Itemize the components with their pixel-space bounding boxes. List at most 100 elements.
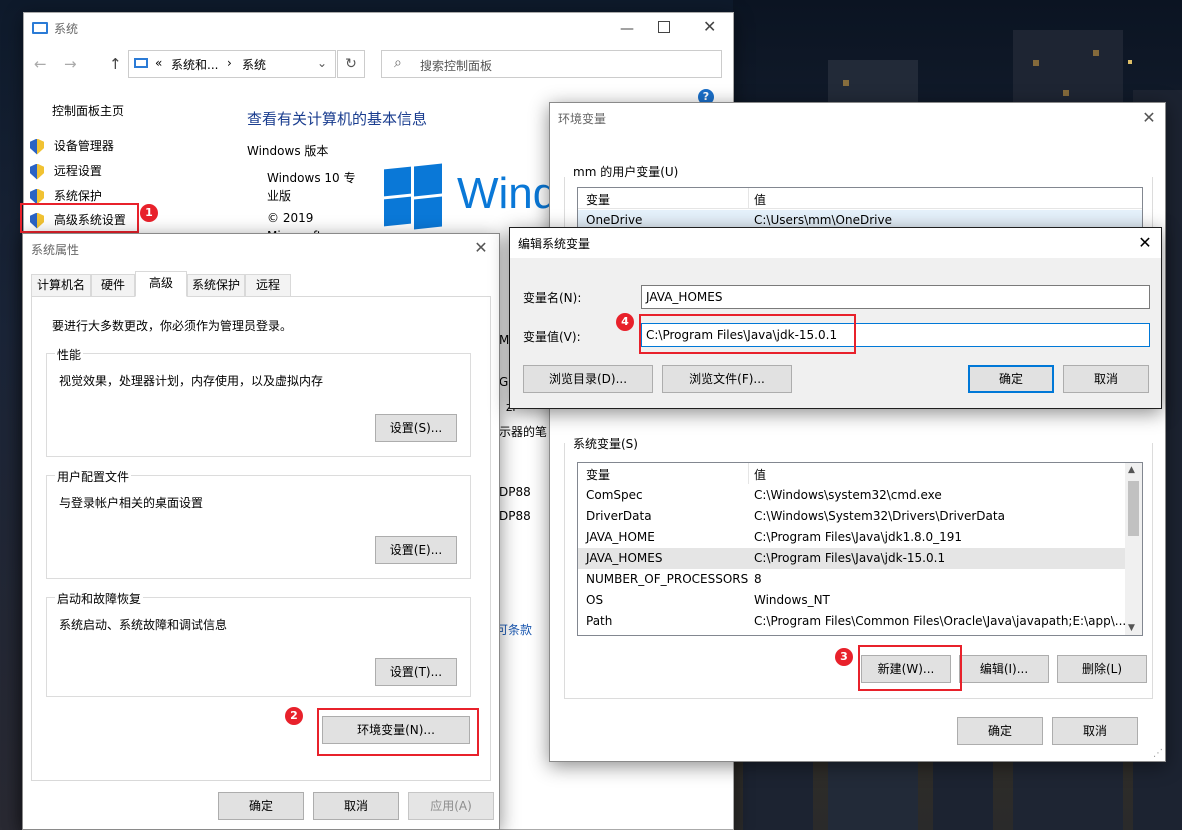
sysprops-ok-button[interactable]: 确定 xyxy=(218,792,304,820)
edition-line2: 业版 xyxy=(267,189,292,203)
peek-text: 示器的笔 xyxy=(499,425,548,439)
envvars-title: 环境变量 xyxy=(558,111,607,126)
annotation-box-3 xyxy=(858,645,962,691)
edit-system-variable-dialog: 编辑系统变量 ✕ 变量名(N): JAVA_HOMES 变量值(V): C:\P… xyxy=(509,227,1162,409)
table-row[interactable]: NUMBER_OF_PROCESSORS 8 xyxy=(578,569,1142,590)
peek-text: DP88 xyxy=(499,509,531,523)
startup-settings-button[interactable]: 设置(T)... xyxy=(375,658,457,686)
peek-text: DP88 xyxy=(499,485,531,499)
tab-advanced[interactable]: 高级 xyxy=(135,271,187,297)
address-bar[interactable]: « 系统和... › 系统 ⌄ xyxy=(128,50,336,78)
name-label: 变量名(N): xyxy=(523,291,582,305)
annotation-box-1 xyxy=(20,203,139,233)
peek-link[interactable]: 可条款 xyxy=(496,621,532,638)
performance-group: 性能 视觉效果，处理器计划，内存使用，以及虚拟内存 设置(S)... xyxy=(46,346,471,457)
search-box[interactable]: ⌕ 搜索控制面板 xyxy=(381,50,722,78)
browse-directory-button[interactable]: 浏览目录(D)... xyxy=(523,365,653,393)
annotation-badge-1: 1 xyxy=(140,204,158,222)
browse-file-button[interactable]: 浏览文件(F)... xyxy=(662,365,792,393)
close-button[interactable]: ✕ xyxy=(703,17,716,36)
table-row[interactable]: DriverData C:\Windows\System32\Drivers\D… xyxy=(578,506,1142,527)
profile-label: 用户配置文件 xyxy=(55,468,132,485)
annotation-badge-2: 2 xyxy=(285,707,303,725)
sidebar-home[interactable]: 控制面板主页 xyxy=(52,102,124,119)
shield-icon xyxy=(30,138,44,155)
editdlg-title: 编辑系统变量 xyxy=(518,236,591,251)
startup-desc: 系统启动、系统故障和调试信息 xyxy=(59,618,228,632)
variable-name-input[interactable]: JAVA_HOMES xyxy=(641,285,1150,309)
table-row[interactable]: Path C:\Program Files\Common Files\Oracl… xyxy=(578,611,1125,632)
shield-icon xyxy=(30,163,44,180)
profile-settings-button[interactable]: 设置(E)... xyxy=(375,536,457,564)
computer-icon xyxy=(32,22,48,34)
breadcrumb-overflow[interactable]: « xyxy=(155,56,162,70)
tab-hardware[interactable]: 硬件 xyxy=(91,274,135,296)
back-icon[interactable]: ← xyxy=(34,55,47,73)
column-divider xyxy=(748,463,749,484)
table-row-selected[interactable]: JAVA_HOMES C:\Program Files\Java\jdk-15.… xyxy=(578,548,1125,569)
breadcrumb-separator: › xyxy=(227,56,232,70)
user-variables-table: 变量 值 OneDrive C:\Users\mm\OneDrive xyxy=(577,187,1143,232)
environment-variables-dialog: 环境变量 ✕ mm 的用户变量(U) 变量 值 OneDrive C:\User… xyxy=(549,102,1166,762)
performance-settings-button[interactable]: 设置(S)... xyxy=(375,414,457,442)
tab-computer-name[interactable]: 计算机名 xyxy=(31,274,91,296)
system-title: 系统 xyxy=(54,21,79,36)
minimize-button[interactable]: — xyxy=(620,21,636,37)
edit-variable-button[interactable]: 编辑(I)... xyxy=(959,655,1049,683)
system-variables-group: 系统变量(S) 变量 值 ComSpec C:\Windows\system32… xyxy=(564,437,1153,699)
tab-system-protection[interactable]: 系统保护 xyxy=(187,274,245,296)
up-icon[interactable]: ↑ xyxy=(109,55,122,73)
performance-desc: 视觉效果，处理器计划，内存使用，以及虚拟内存 xyxy=(59,374,324,388)
annotation-badge-3: 3 xyxy=(835,648,853,666)
scrollbar[interactable]: ▲ ▼ xyxy=(1125,463,1142,635)
refresh-button[interactable]: ↻ xyxy=(337,50,365,78)
forward-icon[interactable]: → xyxy=(64,55,77,73)
column-header-val[interactable]: 值 xyxy=(754,466,766,483)
maximize-button[interactable] xyxy=(658,21,670,33)
sidebar-item-device-manager[interactable]: 设备管理器 xyxy=(30,137,114,155)
page-title: 查看有关计算机的基本信息 xyxy=(247,110,428,128)
annotation-box-4 xyxy=(639,314,856,354)
table-row[interactable]: JAVA_HOME C:\Program Files\Java\jdk1.8.0… xyxy=(578,527,1142,548)
copyright-line1: © 2019 xyxy=(267,211,314,225)
column-divider xyxy=(748,188,749,209)
chevron-down-icon[interactable]: ⌄ xyxy=(317,56,327,70)
close-icon[interactable]: ✕ xyxy=(1139,108,1159,128)
sysprops-cancel-button[interactable]: 取消 xyxy=(313,792,399,820)
performance-label: 性能 xyxy=(55,346,84,363)
sidebar-item-remote[interactable]: 远程设置 xyxy=(30,162,102,180)
profile-group: 用户配置文件 与登录帐户相关的桌面设置 设置(E)... xyxy=(46,468,471,579)
edition-line1: Windows 10 专 xyxy=(267,171,356,185)
tab-panel: 要进行大多数更改，你必须作为管理员登录。 性能 视觉效果，处理器计划，内存使用，… xyxy=(31,296,491,781)
table-row[interactable]: ComSpec C:\Windows\system32\cmd.exe xyxy=(578,485,1142,506)
computer-small-icon xyxy=(134,58,148,68)
editdlg-titlebar[interactable]: 编辑系统变量 xyxy=(510,228,1161,258)
close-icon[interactable]: ✕ xyxy=(471,238,491,258)
close-icon[interactable]: ✕ xyxy=(1135,233,1155,253)
tab-remote[interactable]: 远程 xyxy=(245,274,291,296)
column-header-var[interactable]: 变量 xyxy=(586,466,610,483)
scroll-down-icon[interactable]: ▼ xyxy=(1128,623,1135,633)
envvars-cancel-button[interactable]: 取消 xyxy=(1052,717,1138,745)
peek-text: M xyxy=(499,333,510,347)
scrollbar-thumb[interactable] xyxy=(1128,481,1139,536)
breadcrumb-system[interactable]: 系统 xyxy=(242,56,266,73)
column-header-var[interactable]: 变量 xyxy=(586,191,610,208)
envvars-ok-button[interactable]: 确定 xyxy=(957,717,1043,745)
sysprops-apply-button[interactable]: 应用(A) xyxy=(408,792,494,820)
table-header: 变量 值 xyxy=(578,188,1142,209)
editdlg-cancel-button[interactable]: 取消 xyxy=(1063,365,1149,393)
resize-grip-icon[interactable]: ⋰ xyxy=(1153,748,1163,759)
delete-variable-button[interactable]: 删除(L) xyxy=(1057,655,1147,683)
sysprops-titlebar[interactable]: 系统属性 xyxy=(23,234,499,264)
annotation-badge-4: 4 xyxy=(616,313,634,331)
scroll-up-icon[interactable]: ▲ xyxy=(1128,465,1135,475)
editdlg-ok-button[interactable]: 确定 xyxy=(968,365,1054,393)
sidebar-item-protection[interactable]: 系统保护 xyxy=(30,187,102,205)
envvars-titlebar[interactable]: 环境变量 xyxy=(550,103,1165,133)
windows-logo-icon xyxy=(384,163,442,230)
breadcrumb-system-and[interactable]: 系统和... xyxy=(171,56,218,73)
table-row[interactable]: OS Windows_NT xyxy=(578,590,1142,611)
system-properties-dialog: 系统属性 ✕ 计算机名 硬件 高级 系统保护 远程 要进行大多数更改，你必须作为… xyxy=(22,233,500,830)
column-header-val[interactable]: 值 xyxy=(754,191,766,208)
